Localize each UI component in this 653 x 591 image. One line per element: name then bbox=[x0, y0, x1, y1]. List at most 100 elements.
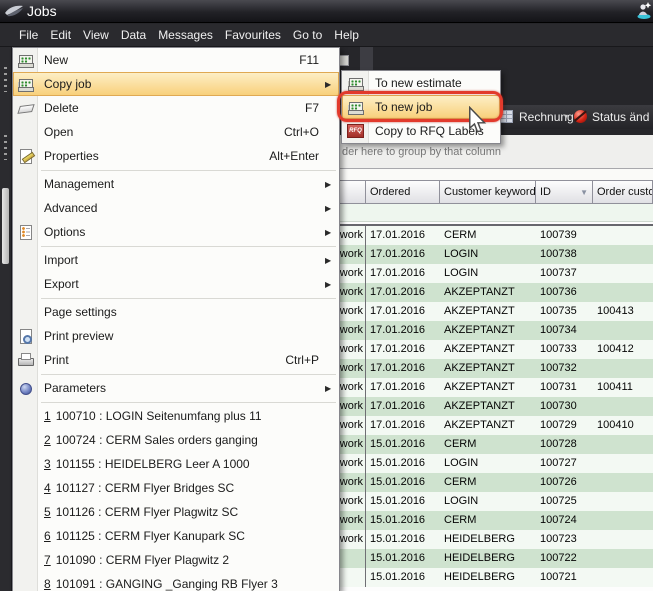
cell-id: 100737 bbox=[536, 264, 593, 283]
dock-scroll-handle[interactable] bbox=[2, 188, 9, 264]
menu-icon-gutter bbox=[13, 199, 38, 217]
menu-icon-gutter bbox=[13, 223, 38, 241]
cell-order-customer bbox=[593, 435, 653, 454]
file-menu-item[interactable]: Copy job ▶ bbox=[13, 72, 339, 96]
file-menu-item[interactable]: 4101127 : CERM Flyer Bridges SC bbox=[13, 476, 339, 500]
menu-icon-gutter bbox=[13, 379, 38, 397]
menu-item-icon bbox=[17, 223, 35, 241]
cell-order-customer bbox=[593, 283, 653, 302]
menu-item-icon bbox=[17, 479, 35, 497]
column-header-ordered[interactable]: Ordered bbox=[366, 181, 440, 203]
menubar-item-data[interactable]: Data bbox=[115, 24, 152, 46]
file-menu-item[interactable]: Export ▶ bbox=[13, 272, 339, 296]
cell-ordered: 17.01.2016 bbox=[366, 226, 440, 245]
cell-order-customer bbox=[593, 492, 653, 511]
submenu-item-label: To new estimate bbox=[369, 76, 500, 90]
menu-item-label: 5101126 : CERM Flyer Plagwitz SC bbox=[38, 505, 319, 519]
column-header-id[interactable]: ID ▼ bbox=[536, 181, 593, 203]
file-menu-item[interactable]: Options ▶ bbox=[13, 220, 339, 244]
cell-order-customer bbox=[593, 473, 653, 492]
file-menu-item[interactable]: 5101126 : CERM Flyer Plagwitz SC bbox=[13, 500, 339, 524]
cell-id: 100728 bbox=[536, 435, 593, 454]
menu-item-icon bbox=[17, 575, 35, 591]
status-change-button[interactable]: Status änd bbox=[592, 110, 649, 124]
cell-order-customer bbox=[593, 397, 653, 416]
cell-customer-keyword: LOGIN bbox=[440, 454, 536, 473]
menubar-item-messages[interactable]: Messages bbox=[152, 24, 219, 46]
file-menu-item[interactable]: Parameters ▶ bbox=[13, 376, 339, 400]
menu-icon-gutter bbox=[13, 527, 38, 545]
menu-icon-gutter bbox=[13, 575, 38, 591]
menu-item-label: 3101155 : HEIDELBERG Leer A 1000 bbox=[38, 457, 319, 471]
file-menu-item[interactable]: Delete F7 bbox=[13, 96, 339, 120]
cell-customer-keyword: CERM bbox=[440, 473, 536, 492]
menu-item-label: Advanced bbox=[38, 201, 319, 215]
submenu-arrow-icon: ▶ bbox=[325, 204, 339, 213]
file-menu-item[interactable]: Properties Alt+Enter bbox=[13, 144, 339, 168]
cell-id: 100739 bbox=[536, 226, 593, 245]
file-menu-item[interactable]: Print preview bbox=[13, 324, 339, 348]
column-header-customer-keyword[interactable]: Customer keyword bbox=[440, 181, 536, 203]
file-menu-item[interactable]: 3101155 : HEIDELBERG Leer A 1000 bbox=[13, 452, 339, 476]
file-menu-item[interactable]: 6101125 : CERM Flyer Kanupark SC bbox=[13, 524, 339, 548]
status-change-icon bbox=[574, 110, 587, 123]
submenu-arrow-icon: ▶ bbox=[325, 280, 339, 289]
file-menu-item[interactable]: Management ▶ bbox=[13, 172, 339, 196]
titlebar-user-status-icon[interactable] bbox=[636, 1, 652, 25]
file-menu-item[interactable]: New F11 bbox=[13, 48, 339, 72]
menu-icon-gutter bbox=[13, 455, 38, 473]
menubar-item-view[interactable]: View bbox=[77, 24, 115, 46]
file-menu-item[interactable]: 8101091 : GANGING _Ganging RB Flyer 3 bbox=[13, 572, 339, 591]
file-menu-item[interactable]: Advanced ▶ bbox=[13, 196, 339, 220]
accelerator-number: 5 bbox=[44, 505, 51, 519]
cell-customer-keyword: LOGIN bbox=[440, 264, 536, 283]
menu-item-shortcut: Alt+Enter bbox=[269, 149, 325, 163]
menu-item-icon bbox=[17, 75, 35, 93]
dock-grip-icon[interactable] bbox=[4, 67, 7, 92]
menu-item-icon bbox=[17, 251, 35, 269]
cell-customer-keyword: AKZEPTANZT bbox=[440, 321, 536, 340]
menu-item-label: Print bbox=[38, 353, 285, 367]
menu-item-icon bbox=[17, 455, 35, 473]
cell-order-customer: 100413 bbox=[593, 302, 653, 321]
file-menu-item[interactable]: 7101090 : CERM Flyer Plagwitz 2 bbox=[13, 548, 339, 572]
cell-id: 100723 bbox=[536, 530, 593, 549]
cell-customer-keyword: HEIDELBERG bbox=[440, 549, 536, 568]
cell-customer-keyword: LOGIN bbox=[440, 492, 536, 511]
file-menu-item[interactable]: Import ▶ bbox=[13, 248, 339, 272]
menu-item-icon bbox=[17, 351, 35, 369]
menu-item-label: Print preview bbox=[38, 329, 319, 343]
menubar-item-goto[interactable]: Go to bbox=[287, 24, 328, 46]
cell-id: 100732 bbox=[536, 359, 593, 378]
menubar-item-favourites[interactable]: Favourites bbox=[219, 24, 287, 46]
menu-icon-gutter bbox=[13, 99, 38, 117]
cell-id: 100730 bbox=[536, 397, 593, 416]
menubar-item-edit[interactable]: Edit bbox=[44, 24, 77, 46]
file-menu-item[interactable]: Print Ctrl+P bbox=[13, 348, 339, 372]
file-menu-item[interactable]: 2100724 : CERM Sales orders ganging bbox=[13, 428, 339, 452]
menu-item-label: 8101091 : GANGING _Ganging RB Flyer 3 bbox=[38, 577, 319, 591]
cell-ordered: 17.01.2016 bbox=[366, 378, 440, 397]
menu-item-label: 2100724 : CERM Sales orders ganging bbox=[38, 433, 319, 447]
menubar-item-help[interactable]: Help bbox=[328, 24, 365, 46]
file-menu-item[interactable]: 1100710 : LOGIN Seitenumfang plus 11 bbox=[13, 404, 339, 428]
menu-item-icon bbox=[17, 379, 35, 397]
accelerator-number: 1 bbox=[44, 409, 51, 423]
menubar-item-file[interactable]: File bbox=[13, 24, 44, 46]
cell-order-customer bbox=[593, 568, 653, 587]
menu-item-icon bbox=[17, 51, 35, 69]
sort-desc-icon[interactable]: ▼ bbox=[580, 186, 588, 203]
column-header-order-customer[interactable]: Order custo bbox=[593, 181, 653, 203]
app-logo-icon bbox=[4, 4, 24, 24]
dock-grip-icon[interactable] bbox=[4, 135, 7, 160]
menu-item-label: Export bbox=[38, 277, 319, 291]
file-menu-item[interactable]: Open Ctrl+O bbox=[13, 120, 339, 144]
cell-ordered: 15.01.2016 bbox=[366, 454, 440, 473]
menu-item-label: Delete bbox=[38, 101, 305, 115]
chevron-down-icon[interactable]: ▾ bbox=[564, 112, 568, 121]
menu-item-icon bbox=[17, 527, 35, 545]
menu-icon-gutter bbox=[13, 175, 38, 193]
cell-customer-keyword: AKZEPTANZT bbox=[440, 359, 536, 378]
menu-icon-gutter bbox=[13, 327, 38, 345]
file-menu-item[interactable]: Page settings bbox=[13, 300, 339, 324]
